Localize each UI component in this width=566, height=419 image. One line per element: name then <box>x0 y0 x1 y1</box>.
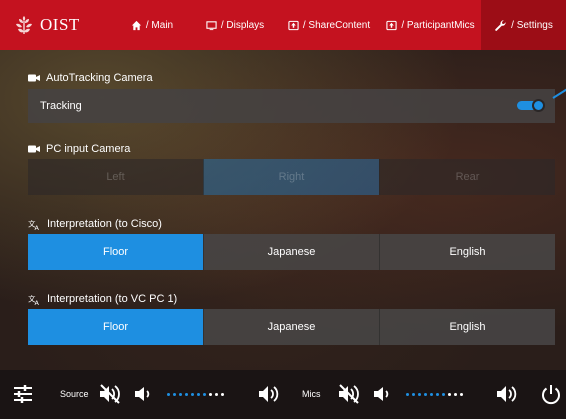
equalizer-icon <box>14 385 32 403</box>
nav-participantmics[interactable]: / ParticipantMics <box>380 0 481 50</box>
volume-up-icon <box>497 386 517 402</box>
pc-input-title: PC input Camera <box>28 143 130 155</box>
level-dot <box>412 392 415 396</box>
source-mute-button[interactable] <box>97 383 121 405</box>
interp-vc-floor-button[interactable]: Floor <box>28 309 203 345</box>
translate-icon: 文 A <box>28 294 40 305</box>
source-volume-up-button[interactable] <box>257 383 281 405</box>
nav-sharecontent-label: / ShareContent <box>302 19 371 31</box>
level-dot <box>430 392 433 396</box>
interp-cisco-title-label: Interpretation (to Cisco) <box>47 218 162 230</box>
power-button[interactable] <box>540 383 562 405</box>
camera-icon <box>28 145 40 153</box>
mics-volume-up-button[interactable] <box>495 383 519 405</box>
level-dot <box>179 392 182 396</box>
level-dot <box>424 392 427 396</box>
pc-input-title-label: PC input Camera <box>46 143 131 155</box>
level-dot <box>436 392 439 396</box>
interp-cisco-japanese-button[interactable]: Japanese <box>203 234 379 270</box>
source-label: Source <box>60 389 89 399</box>
mics-mute-button[interactable] <box>336 383 360 405</box>
nav-settings-label: / Settings <box>511 19 553 31</box>
home-icon <box>131 20 141 30</box>
volume-down-icon <box>135 387 150 401</box>
tracking-row[interactable]: Tracking <box>28 89 555 123</box>
tracking-label: Tracking <box>40 100 82 112</box>
volume-down-icon <box>374 387 389 401</box>
level-dot <box>454 392 457 396</box>
interp-vc-japanese-button[interactable]: Japanese <box>203 309 379 345</box>
svg-text:A: A <box>35 224 40 230</box>
level-dot <box>418 392 421 396</box>
level-dot <box>209 392 212 396</box>
nav-sharecontent[interactable]: / ShareContent <box>278 0 380 50</box>
pc-input-rear-button[interactable]: Rear <box>379 159 555 195</box>
level-dot <box>191 392 194 396</box>
translate-icon: 文 A <box>28 219 40 230</box>
autotracking-title-label: AutoTracking Camera <box>46 72 153 84</box>
speaker-mute-icon <box>339 384 359 404</box>
equalizer-button[interactable] <box>12 383 34 405</box>
nav-main[interactable]: / Main <box>112 0 192 50</box>
svg-text:A: A <box>35 299 40 305</box>
level-dot <box>203 392 206 396</box>
wrench-icon <box>495 19 506 31</box>
pc-input-left-button[interactable]: Left <box>28 159 203 195</box>
volume-up-icon <box>259 386 279 402</box>
toggle-knob <box>532 99 545 112</box>
level-dot <box>460 392 463 396</box>
mic-icon <box>386 20 397 30</box>
nav-main-label: / Main <box>145 19 174 31</box>
power-icon <box>542 385 560 405</box>
level-dot <box>406 392 409 396</box>
brand-logo: OIST <box>0 0 112 50</box>
top-nav-bar: OIST / Main / Displays / ShareContent / … <box>0 0 566 50</box>
level-dot <box>167 392 170 396</box>
level-dot <box>442 392 445 396</box>
interp-cisco-english-button[interactable]: English <box>379 234 555 270</box>
interp-vc-english-button[interactable]: English <box>379 309 555 345</box>
nav-displays[interactable]: / Displays <box>192 0 278 50</box>
level-dot <box>197 392 200 396</box>
source-volume-down-button[interactable] <box>133 385 153 403</box>
interp-cisco-floor-button[interactable]: Floor <box>28 234 203 270</box>
nav-displays-label: / Displays <box>220 19 265 31</box>
nav-settings[interactable]: / Settings <box>481 0 566 50</box>
autotracking-title: AutoTracking Camera <box>28 72 153 84</box>
interp-vc-selector: Floor Japanese English <box>28 309 555 345</box>
interp-vc-title: 文 A Interpretation (to VC PC 1) <box>28 293 177 305</box>
source-level-meter <box>167 392 224 396</box>
interp-cisco-selector: Floor Japanese English <box>28 234 555 270</box>
interp-cisco-title: 文 A Interpretation (to Cisco) <box>28 218 162 230</box>
level-dot <box>221 392 224 396</box>
share-icon <box>288 20 299 30</box>
mics-level-meter <box>406 392 463 396</box>
display-icon <box>206 20 217 30</box>
mics-volume-down-button[interactable] <box>372 385 392 403</box>
level-dot <box>448 392 451 396</box>
brand-name: OIST <box>40 15 80 34</box>
interp-vc-title-label: Interpretation (to VC PC 1) <box>47 293 178 305</box>
speaker-mute-icon <box>100 384 120 404</box>
tracking-toggle[interactable] <box>517 99 545 112</box>
level-dot <box>185 392 188 396</box>
nav-participantmics-label: / ParticipantMics <box>401 19 475 31</box>
pc-input-right-button[interactable]: Right <box>203 159 379 195</box>
camera-icon <box>28 74 40 82</box>
pc-input-selector: Left Right Rear <box>28 159 555 195</box>
level-dot <box>215 392 218 396</box>
level-dot <box>173 392 176 396</box>
mics-label: Mics <box>302 389 321 399</box>
oist-emblem-icon <box>16 16 32 34</box>
audio-control-bar: Source Mics <box>0 370 566 419</box>
